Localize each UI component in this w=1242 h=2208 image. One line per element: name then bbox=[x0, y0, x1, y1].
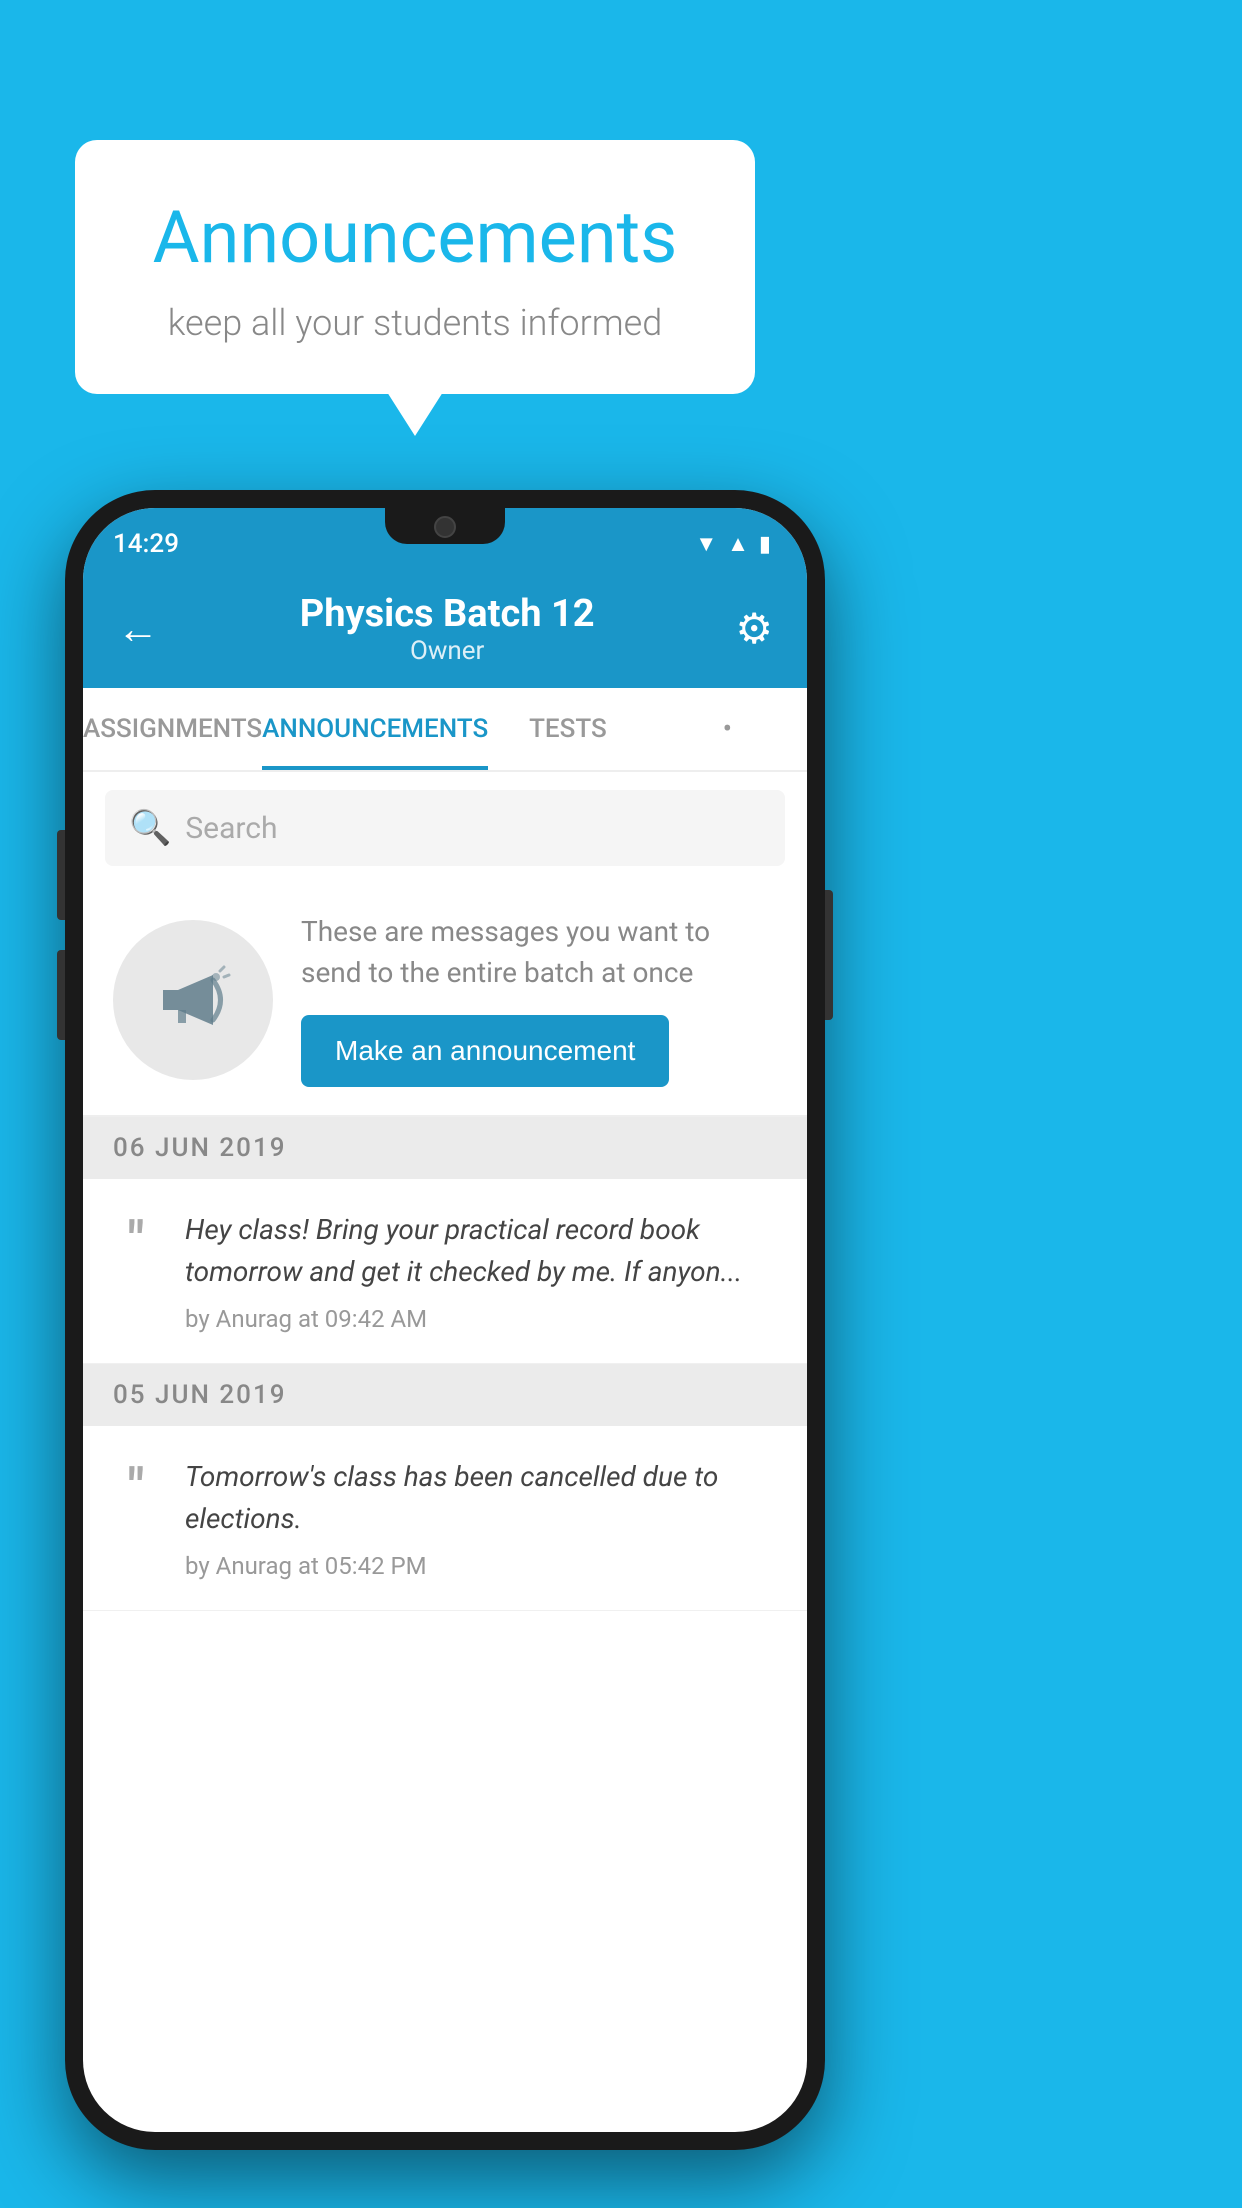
wifi-icon: ▼ bbox=[695, 531, 717, 557]
speech-bubble-subtitle: keep all your students informed bbox=[135, 302, 695, 344]
promo-right: These are messages you want to send to t… bbox=[301, 912, 777, 1087]
signal-icon: ▲ bbox=[727, 531, 749, 557]
announcement-promo: These are messages you want to send to t… bbox=[83, 884, 807, 1117]
status-icons: ▼ ▲ ▮ bbox=[695, 531, 771, 557]
announcement-text-2: Tomorrow's class has been cancelled due … bbox=[185, 1456, 779, 1540]
search-icon: 🔍 bbox=[129, 808, 171, 848]
quote-icon-2: " bbox=[111, 1462, 161, 1514]
search-placeholder: Search bbox=[185, 811, 277, 846]
phone-notch bbox=[385, 508, 505, 544]
promo-description: These are messages you want to send to t… bbox=[301, 912, 777, 993]
app-bar-title: Physics Batch 12 Owner bbox=[300, 592, 595, 666]
status-time: 14:29 bbox=[113, 529, 179, 559]
phone-button-left-top bbox=[57, 830, 65, 920]
app-title: Physics Batch 12 bbox=[300, 592, 595, 636]
app-bar: ← Physics Batch 12 Owner ⚙ bbox=[83, 570, 807, 688]
date-separator-2: 05 JUN 2019 bbox=[83, 1364, 807, 1426]
phone-wrapper: 14:29 ▼ ▲ ▮ ← Physics Batch 12 Owner ⚙ bbox=[65, 490, 825, 2150]
search-bar[interactable]: 🔍 Search bbox=[105, 790, 785, 866]
app-subtitle: Owner bbox=[300, 636, 595, 666]
tab-announcements[interactable]: ANNOUNCEMENTS bbox=[262, 688, 488, 770]
tab-bar: ASSIGNMENTS ANNOUNCEMENTS TESTS • bbox=[83, 688, 807, 772]
tab-more[interactable]: • bbox=[648, 688, 807, 770]
speech-bubble-title: Announcements bbox=[135, 195, 695, 280]
phone-outer: 14:29 ▼ ▲ ▮ ← Physics Batch 12 Owner ⚙ bbox=[65, 490, 825, 2150]
speech-bubble: Announcements keep all your students inf… bbox=[75, 140, 755, 394]
phone-button-right bbox=[825, 890, 833, 1020]
megaphone-icon bbox=[148, 955, 238, 1045]
announcement-item-2[interactable]: " Tomorrow's class has been cancelled du… bbox=[83, 1426, 807, 1611]
announcement-meta-1: by Anurag at 09:42 AM bbox=[185, 1305, 779, 1333]
announcement-text-1: Hey class! Bring your practical record b… bbox=[185, 1209, 779, 1293]
phone-button-left-bottom bbox=[57, 950, 65, 1040]
announcement-content-2: Tomorrow's class has been cancelled due … bbox=[185, 1456, 779, 1580]
phone-camera bbox=[434, 516, 456, 538]
promo-icon-circle bbox=[113, 920, 273, 1080]
date-label-2: 05 JUN 2019 bbox=[113, 1380, 287, 1410]
settings-icon[interactable]: ⚙ bbox=[735, 604, 773, 654]
tab-tests[interactable]: TESTS bbox=[488, 688, 647, 770]
tab-assignments[interactable]: ASSIGNMENTS bbox=[83, 688, 262, 770]
search-container: 🔍 Search bbox=[83, 772, 807, 884]
announcement-content-1: Hey class! Bring your practical record b… bbox=[185, 1209, 779, 1333]
back-button[interactable]: ← bbox=[117, 605, 159, 654]
announcement-item-1[interactable]: " Hey class! Bring your practical record… bbox=[83, 1179, 807, 1364]
make-announcement-button[interactable]: Make an announcement bbox=[301, 1015, 669, 1087]
date-label-1: 06 JUN 2019 bbox=[113, 1133, 287, 1163]
announcement-meta-2: by Anurag at 05:42 PM bbox=[185, 1552, 779, 1580]
battery-icon: ▮ bbox=[759, 532, 771, 557]
phone-screen: 14:29 ▼ ▲ ▮ ← Physics Batch 12 Owner ⚙ bbox=[83, 508, 807, 2132]
speech-bubble-container: Announcements keep all your students inf… bbox=[75, 140, 755, 394]
date-separator-1: 06 JUN 2019 bbox=[83, 1117, 807, 1179]
quote-icon-1: " bbox=[111, 1215, 161, 1267]
